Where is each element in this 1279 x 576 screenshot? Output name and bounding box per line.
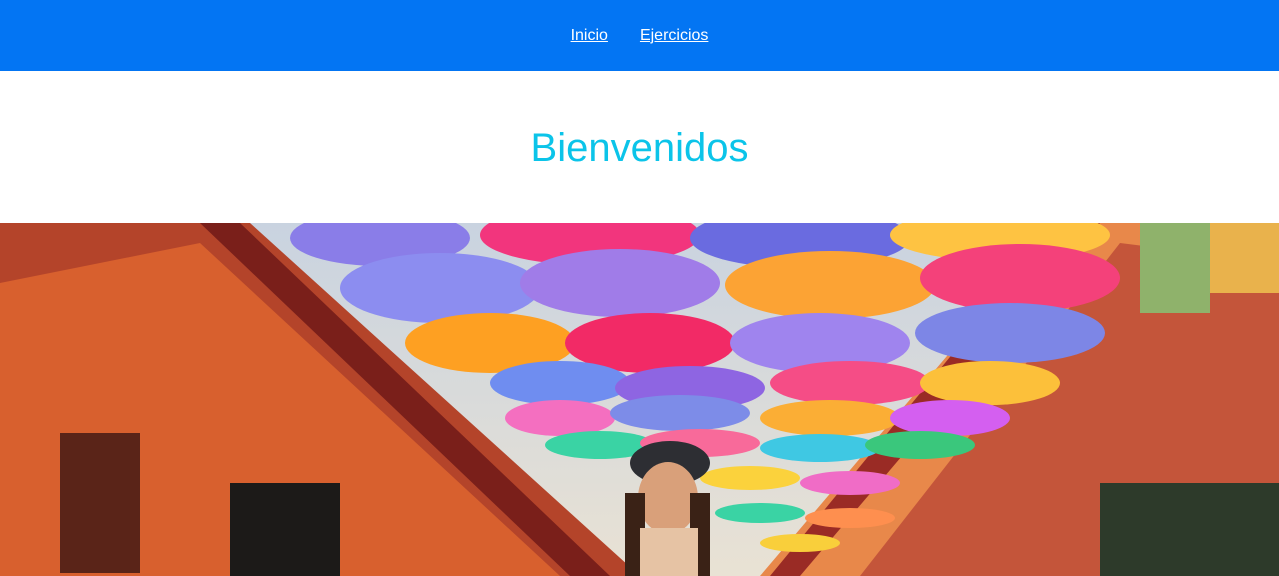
page-title: Bienvenidos xyxy=(530,125,749,170)
top-navbar: Inicio Ejercicios xyxy=(0,0,1279,71)
hero-image xyxy=(0,223,1279,576)
person-figure xyxy=(625,441,710,576)
nav-link-inicio[interactable]: Inicio xyxy=(571,27,608,45)
nav-link-ejercicios[interactable]: Ejercicios xyxy=(640,27,708,45)
welcome-section: Bienvenidos xyxy=(0,71,1279,223)
